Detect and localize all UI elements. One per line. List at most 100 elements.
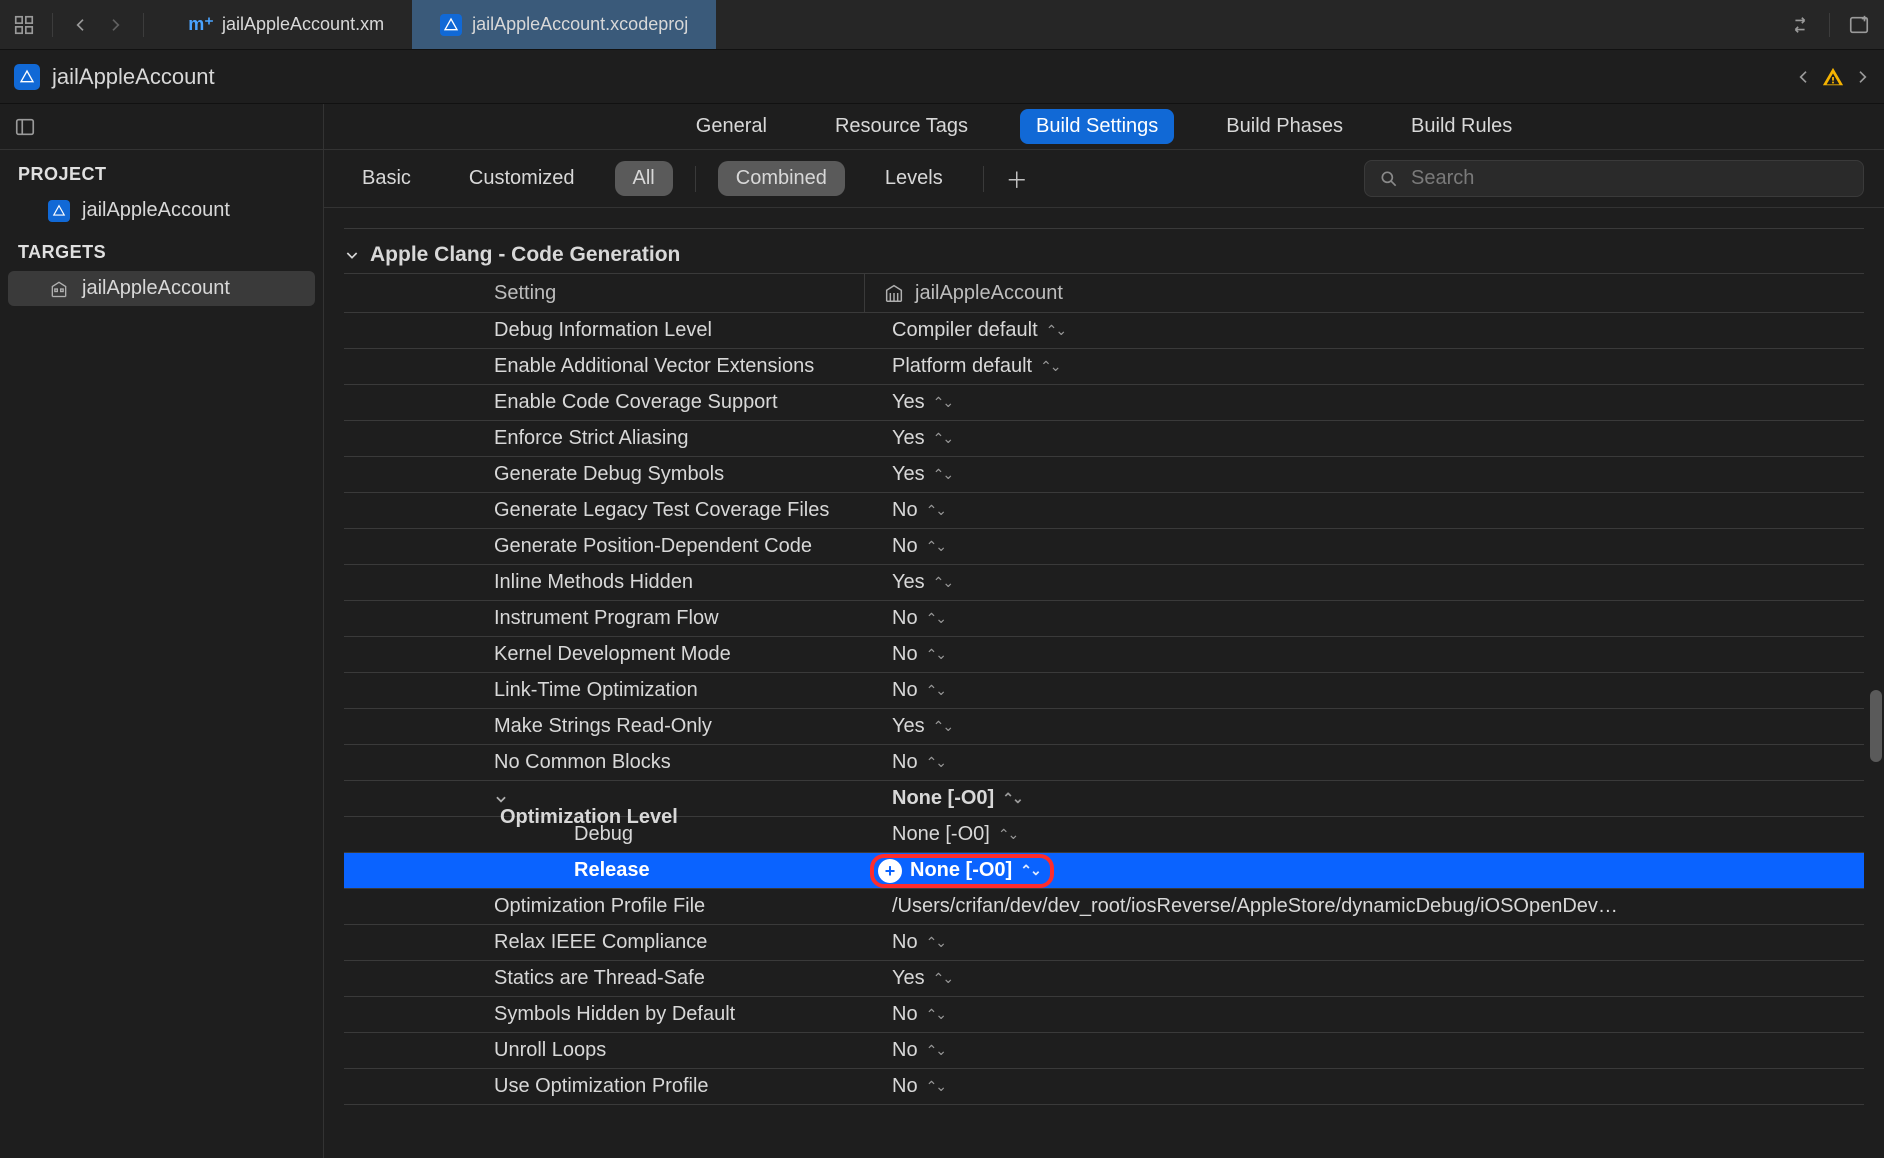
add-setting-button[interactable]: ＋ [1006, 163, 1028, 195]
filter-basic[interactable]: Basic [344, 161, 429, 196]
updown-icon: ⌃⌄ [1046, 322, 1065, 339]
setting-row[interactable]: Make Strings Read-OnlyYes⌃⌄ [344, 709, 1864, 745]
setting-row[interactable]: Kernel Development ModeNo⌃⌄ [344, 637, 1864, 673]
separator [143, 13, 144, 37]
updown-icon: ⌃⌄ [926, 934, 945, 951]
project-title: jailAppleAccount [52, 64, 215, 90]
section-header[interactable]: Apple Clang - Code Generation [344, 229, 1864, 273]
setting-label: Enable Additional Vector Extensions [494, 355, 814, 377]
issue-prev-icon[interactable] [1796, 69, 1812, 85]
setting-value-cell[interactable]: Yes⌃⌄ [864, 715, 1864, 738]
setting-value-cell[interactable]: No⌃⌄ [864, 1039, 1864, 1062]
setting-row[interactable]: Generate Legacy Test Coverage FilesNo⌃⌄ [344, 493, 1864, 529]
setting-value-cell[interactable]: No ⌃⌄ [864, 931, 1864, 954]
setting-row[interactable]: Inline Methods HiddenYes⌃⌄ [344, 565, 1864, 601]
project-icon [14, 64, 40, 90]
tab-build-phases[interactable]: Build Phases [1210, 109, 1359, 144]
nav-back-icon[interactable] [67, 11, 95, 39]
setting-value-cell[interactable]: No⌃⌄ [864, 607, 1864, 630]
filter-levels[interactable]: Levels [867, 161, 961, 196]
setting-value-cell[interactable]: No⌃⌄ [864, 751, 1864, 774]
tab-resource-tags[interactable]: Resource Tags [819, 109, 984, 144]
updown-icon: ⌃⌄ [926, 682, 945, 699]
setting-value-cell[interactable]: None [-O0] ⌃⌄ [864, 787, 1864, 810]
mplus-file-icon: m⁺ [190, 14, 212, 36]
setting-row-optimization-level[interactable]: Optimization Level None [-O0] ⌃⌄ [344, 781, 1864, 817]
setting-value-cell[interactable]: No⌃⌄ [864, 679, 1864, 702]
updown-icon: ⌃⌄ [926, 754, 945, 771]
tab-build-settings[interactable]: Build Settings [1020, 109, 1174, 144]
setting-value: None [-O0] [892, 823, 990, 846]
setting-row-optimization-debug[interactable]: Debug None [-O0] ⌃⌄ [344, 817, 1864, 853]
setting-value-cell[interactable]: Yes⌃⌄ [864, 463, 1864, 486]
xcodeproj-icon [48, 200, 70, 222]
setting-row[interactable]: Debug Information LevelCompiler default⌃… [344, 313, 1864, 349]
filter-combined[interactable]: Combined [718, 161, 845, 196]
scrollbar-thumb[interactable] [1870, 690, 1882, 762]
setting-row[interactable]: Unroll LoopsNo⌃⌄ [344, 1033, 1864, 1069]
setting-row[interactable]: Statics are Thread-SafeYes⌃⌄ [344, 961, 1864, 997]
setting-row[interactable]: Generate Position-Dependent CodeNo⌃⌄ [344, 529, 1864, 565]
setting-row[interactable]: Enable Additional Vector Extensions Platf… [344, 349, 1864, 385]
updown-icon: ⌃⌄ [933, 394, 952, 411]
search-field[interactable] [1364, 160, 1864, 197]
setting-row[interactable]: Link-Time OptimizationNo⌃⌄ [344, 673, 1864, 709]
warning-icon[interactable] [1822, 66, 1844, 88]
tab-general[interactable]: General [680, 109, 783, 144]
setting-value-cell[interactable]: Platform default⌃⌄ [864, 355, 1864, 378]
setting-row[interactable]: Enforce Strict Aliasing Yes⌃⌄ [344, 421, 1864, 457]
updown-icon: ⌃⌄ [1002, 790, 1021, 807]
setting-value: Compiler default [892, 319, 1038, 342]
setting-value-cell[interactable]: No⌃⌄ [864, 1003, 1864, 1026]
chevron-down-icon [344, 247, 360, 263]
updown-icon: ⌃⌄ [926, 646, 945, 663]
filter-customized[interactable]: Customized [451, 161, 593, 196]
setting-value-cell[interactable]: /Users/crifan/dev/dev_root/iosReverse/Ap… [864, 895, 1864, 918]
toggle-sidebar-icon[interactable] [14, 116, 36, 138]
setting-value: Platform default [892, 355, 1032, 378]
setting-value: No [892, 499, 918, 522]
sidebar-item-project[interactable]: jailAppleAccount [8, 193, 315, 228]
tab-build-rules[interactable]: Build Rules [1395, 109, 1528, 144]
setting-value-cell[interactable]: No⌃⌄ [864, 1075, 1864, 1098]
setting-row[interactable]: Instrument Program FlowNo⌃⌄ [344, 601, 1864, 637]
chevron-down-icon[interactable] [494, 792, 864, 806]
setting-row[interactable]: Generate Debug SymbolsYes⌃⌄ [344, 457, 1864, 493]
setting-value-cell[interactable]: Yes⌃⌄ [864, 967, 1864, 990]
setting-row[interactable]: Enable Code Coverage SupportYes⌃⌄ [344, 385, 1864, 421]
setting-value: No [892, 931, 918, 954]
setting-row[interactable]: Relax IEEE ComplianceNo⌃⌄ [344, 925, 1864, 961]
swap-arrows-icon[interactable] [1789, 14, 1811, 36]
highlighted-value-pill[interactable]: + None [-O0] ⌃⌄ [870, 854, 1054, 888]
setting-value-cell[interactable]: Yes⌃⌄ [864, 391, 1864, 414]
setting-value-cell[interactable]: No⌃⌄ [864, 535, 1864, 558]
setting-value: Yes [892, 967, 925, 990]
setting-value-cell[interactable]: No⌃⌄ [864, 643, 1864, 666]
setting-value: None [-O0] [892, 787, 994, 810]
setting-label: Symbols Hidden by Default [494, 1003, 735, 1025]
panels-grid-icon[interactable] [10, 11, 38, 39]
search-input[interactable] [1411, 167, 1849, 190]
updown-icon: ⌃⌄ [1020, 862, 1039, 879]
setting-row[interactable]: Optimization Profile File/Users/crifan/d… [344, 889, 1864, 925]
add-editor-icon[interactable] [1848, 14, 1870, 36]
setting-row-optimization-release[interactable]: Release + None [-O0] ⌃⌄ [344, 853, 1864, 889]
tab-file-xm[interactable]: m⁺ jailAppleAccount.xm [162, 0, 412, 49]
tab-file-xcodeproj[interactable]: jailAppleAccount.xcodeproj [412, 0, 716, 49]
sidebar-item-target[interactable]: jailAppleAccount [8, 271, 315, 306]
setting-row[interactable]: Use Optimization ProfileNo⌃⌄ [344, 1069, 1864, 1105]
setting-value-cell[interactable]: Yes⌃⌄ [864, 427, 1864, 450]
setting-value-cell[interactable]: No⌃⌄ [864, 499, 1864, 522]
nav-forward-icon[interactable] [101, 11, 129, 39]
setting-value-cell[interactable]: None [-O0] ⌃⌄ [864, 823, 1864, 846]
separator [1829, 13, 1830, 37]
filter-all[interactable]: All [615, 161, 673, 196]
setting-row[interactable]: Symbols Hidden by Default No⌃⌄ [344, 997, 1864, 1033]
setting-label: Enforce Strict Aliasing [494, 427, 689, 449]
separator [695, 166, 696, 192]
setting-value-cell[interactable]: Compiler default ⌃⌄ [864, 319, 1864, 342]
updown-icon: ⌃⌄ [998, 826, 1017, 843]
setting-label: Optimization Profile File [494, 895, 705, 917]
issue-next-icon[interactable] [1854, 69, 1870, 85]
setting-value-cell[interactable]: Yes⌃⌄ [864, 571, 1864, 594]
